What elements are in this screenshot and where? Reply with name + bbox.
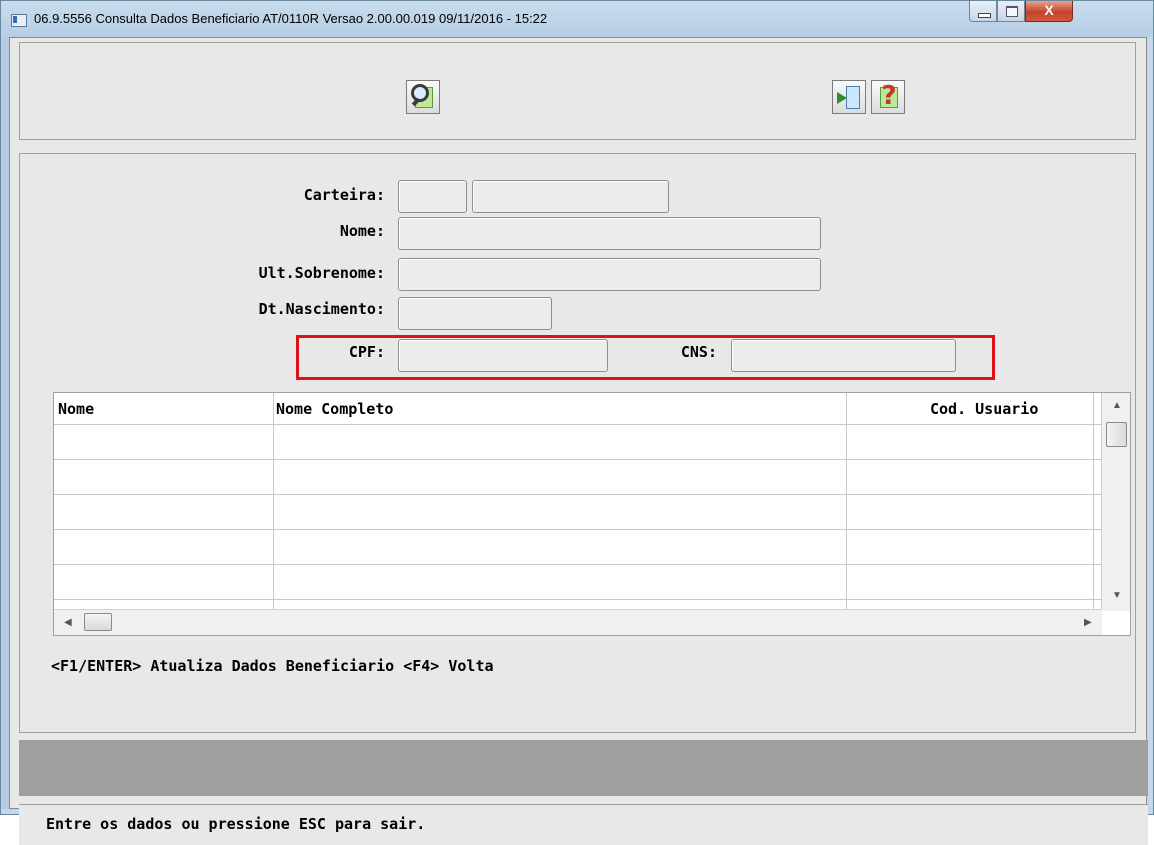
window-controls: X: [969, 1, 1147, 23]
application-window: 06.9.5556 Consulta Dados Beneficiario AT…: [0, 0, 1154, 845]
toolbar: ?: [19, 42, 1136, 140]
sobrenome-label: Ult.Sobrenome:: [258, 264, 385, 282]
nascimento-field[interactable]: [398, 297, 552, 330]
carteira-field-1[interactable]: [398, 180, 467, 213]
nascimento-label: Dt.Nascimento:: [258, 300, 385, 318]
status-text: Entre os dados ou pressione ESC para sai…: [46, 815, 426, 833]
cns-label: CNS:: [680, 343, 717, 361]
table-row[interactable]: [54, 495, 1102, 530]
close-icon: X: [1044, 2, 1054, 18]
question-mark-icon: ?: [881, 81, 897, 111]
vertical-scroll-thumb[interactable]: [1106, 422, 1127, 447]
results-grid[interactable]: Nome Nome Completo Cod. Usuario ▲ ▼ ◀ ▶: [53, 392, 1131, 636]
table-row[interactable]: [54, 425, 1102, 460]
minimize-button[interactable]: [969, 1, 997, 22]
sobrenome-field[interactable]: [398, 258, 821, 291]
vertical-scrollbar[interactable]: ▲ ▼: [1101, 393, 1130, 611]
maximize-icon: [1006, 6, 1018, 17]
empty-band: [19, 740, 1148, 796]
scroll-left-icon[interactable]: ◀: [64, 618, 72, 628]
cpf-label: CPF:: [348, 343, 385, 361]
minimize-icon: [978, 13, 991, 18]
exit-button[interactable]: [832, 80, 866, 114]
scroll-right-icon[interactable]: ▶: [1084, 618, 1092, 628]
table-row[interactable]: [54, 565, 1102, 600]
grid-header: Nome Nome Completo Cod. Usuario: [54, 393, 1102, 425]
cpf-field[interactable]: [398, 339, 608, 372]
magnifier-icon: [411, 84, 429, 102]
table-row[interactable]: [54, 460, 1102, 495]
exit-door-icon: [846, 86, 860, 109]
horizontal-scrollbar[interactable]: ◀ ▶: [54, 609, 1102, 635]
close-button[interactable]: X: [1025, 1, 1073, 22]
column-header-nome[interactable]: Nome: [58, 399, 94, 419]
nome-label: Nome:: [339, 222, 385, 240]
help-button[interactable]: ?: [871, 80, 905, 114]
window-title: 06.9.5556 Consulta Dados Beneficiario AT…: [34, 11, 548, 26]
scroll-up-icon[interactable]: ▲: [1112, 401, 1122, 411]
nome-field[interactable]: [398, 217, 821, 250]
status-bar: Entre os dados ou pressione ESC para sai…: [19, 804, 1148, 845]
column-header-nome-completo[interactable]: Nome Completo: [276, 399, 393, 419]
table-row[interactable]: [54, 530, 1102, 565]
carteira-label: Carteira:: [303, 186, 385, 204]
maximize-button[interactable]: [997, 1, 1025, 22]
horizontal-scroll-thumb[interactable]: [84, 613, 112, 631]
search-button[interactable]: [406, 80, 440, 114]
scroll-down-icon[interactable]: ▼: [1112, 591, 1122, 601]
app-icon[interactable]: [11, 14, 27, 27]
column-header-cod-usuario[interactable]: Cod. Usuario: [930, 399, 1038, 419]
title-bar[interactable]: 06.9.5556 Consulta Dados Beneficiario AT…: [1, 1, 1153, 37]
carteira-field-2[interactable]: [472, 180, 669, 213]
window-border: [1, 37, 9, 809]
function-key-hint: <F1/ENTER> Atualiza Dados Beneficiario <…: [51, 657, 494, 675]
exit-arrow-icon: [837, 92, 847, 104]
cns-field[interactable]: [731, 339, 956, 372]
